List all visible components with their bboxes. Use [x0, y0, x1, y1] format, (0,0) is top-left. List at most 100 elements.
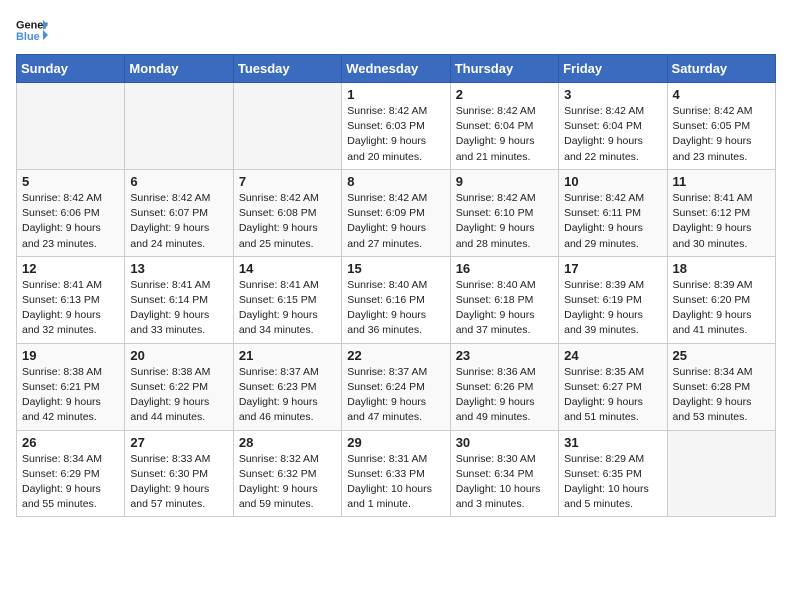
logo-icon: General Blue [16, 16, 48, 44]
day-info: Sunrise: 8:41 AM Sunset: 6:13 PM Dayligh… [22, 278, 119, 339]
day-number: 3 [564, 87, 661, 102]
calendar-cell: 19Sunrise: 8:38 AM Sunset: 6:21 PM Dayli… [17, 343, 125, 430]
day-info: Sunrise: 8:42 AM Sunset: 6:08 PM Dayligh… [239, 191, 336, 252]
weekday-header: Tuesday [233, 55, 341, 83]
day-info: Sunrise: 8:42 AM Sunset: 6:05 PM Dayligh… [673, 104, 770, 165]
day-info: Sunrise: 8:34 AM Sunset: 6:28 PM Dayligh… [673, 365, 770, 426]
day-number: 7 [239, 174, 336, 189]
day-number: 29 [347, 435, 444, 450]
day-number: 4 [673, 87, 770, 102]
calendar-cell: 1 Sunrise: 8:42 AM Sunset: 6:03 PM Daylig… [342, 83, 450, 170]
calendar-cell [125, 83, 233, 170]
day-number: 11 [673, 174, 770, 189]
calendar-cell: 6 Sunrise: 8:42 AM Sunset: 6:07 PM Daylig… [125, 169, 233, 256]
day-info: Sunrise: 8:38 AM Sunset: 6:22 PM Dayligh… [130, 365, 227, 426]
calendar-cell: 3 Sunrise: 8:42 AM Sunset: 6:04 PM Daylig… [559, 83, 667, 170]
day-info: Sunrise: 8:42 AM Sunset: 6:04 PM Dayligh… [456, 104, 553, 165]
calendar-week-row: 12 Sunrise: 8:41 AM Sunset: 6:13 PM Dayli… [17, 256, 776, 343]
day-number: 17 [564, 261, 661, 276]
day-info: Sunrise: 8:36 AM Sunset: 6:26 PM Dayligh… [456, 365, 553, 426]
calendar-cell: 20 Sunrise: 8:38 AM Sunset: 6:22 PM Dayli… [125, 343, 233, 430]
logo: General Blue [16, 16, 48, 44]
calendar-cell: 10 Sunrise: 8:42 AM Sunset: 6:11 PM Dayli… [559, 169, 667, 256]
weekday-header: Thursday [450, 55, 558, 83]
calendar-cell [17, 83, 125, 170]
day-info: Sunrise: 8:42 AM Sunset: 6:07 PM Dayligh… [130, 191, 227, 252]
day-info: Sunrise: 8:42 AM Sunset: 6:04 PM Dayligh… [564, 104, 661, 165]
calendar-cell: 27 Sunrise: 8:33 AM Sunset: 6:30 PM Dayli… [125, 430, 233, 517]
day-info: Sunrise: 8:42 AM Sunset: 6:09 PM Dayligh… [347, 191, 444, 252]
day-number: 2 [456, 87, 553, 102]
weekday-header: Friday [559, 55, 667, 83]
day-number: 6 [130, 174, 227, 189]
day-info: Sunrise: 8:37 AM Sunset: 6:23 PM Dayligh… [239, 365, 336, 426]
weekday-header: Sunday [17, 55, 125, 83]
day-info: Sunrise: 8:41 AM Sunset: 6:15 PM Dayligh… [239, 278, 336, 339]
calendar-week-row: 1 Sunrise: 8:42 AM Sunset: 6:03 PM Daylig… [17, 83, 776, 170]
day-info: Sunrise: 8:42 AM Sunset: 6:11 PM Dayligh… [564, 191, 661, 252]
day-info: Sunrise: 8:41 AM Sunset: 6:14 PM Dayligh… [130, 278, 227, 339]
calendar-cell: 14 Sunrise: 8:41 AM Sunset: 6:15 PM Dayli… [233, 256, 341, 343]
day-info: Sunrise: 8:30 AM Sunset: 6:34 PM Dayligh… [456, 452, 553, 513]
calendar-cell: 29Sunrise: 8:31 AM Sunset: 6:33 PM Dayli… [342, 430, 450, 517]
day-number: 13 [130, 261, 227, 276]
day-number: 12 [22, 261, 119, 276]
day-number: 8 [347, 174, 444, 189]
calendar-cell [233, 83, 341, 170]
day-number: 9 [456, 174, 553, 189]
calendar-cell: 22 Sunrise: 8:37 AM Sunset: 6:24 PM Dayli… [342, 343, 450, 430]
day-info: Sunrise: 8:42 AM Sunset: 6:06 PM Dayligh… [22, 191, 119, 252]
calendar-cell: 30 Sunrise: 8:30 AM Sunset: 6:34 PM Dayli… [450, 430, 558, 517]
weekday-header: Saturday [667, 55, 775, 83]
day-number: 14 [239, 261, 336, 276]
day-number: 1 [347, 87, 444, 102]
day-info: Sunrise: 8:41 AM Sunset: 6:12 PM Dayligh… [673, 191, 770, 252]
day-number: 31 [564, 435, 661, 450]
calendar-body: 1 Sunrise: 8:42 AM Sunset: 6:03 PM Daylig… [17, 83, 776, 517]
day-number: 21 [239, 348, 336, 363]
calendar-cell: 26 Sunrise: 8:34 AM Sunset: 6:29 PM Dayli… [17, 430, 125, 517]
day-info: Sunrise: 8:39 AM Sunset: 6:19 PM Dayligh… [564, 278, 661, 339]
day-info: Sunrise: 8:29 AM Sunset: 6:35 PM Dayligh… [564, 452, 661, 513]
calendar-cell: 21 Sunrise: 8:37 AM Sunset: 6:23 PM Dayli… [233, 343, 341, 430]
calendar-cell: 23Sunrise: 8:36 AM Sunset: 6:26 PM Dayli… [450, 343, 558, 430]
day-info: Sunrise: 8:42 AM Sunset: 6:10 PM Dayligh… [456, 191, 553, 252]
day-number: 16 [456, 261, 553, 276]
day-number: 15 [347, 261, 444, 276]
svg-text:Blue: Blue [16, 31, 40, 43]
calendar-cell: 24Sunrise: 8:35 AM Sunset: 6:27 PM Dayli… [559, 343, 667, 430]
day-info: Sunrise: 8:42 AM Sunset: 6:03 PM Dayligh… [347, 104, 444, 165]
calendar-cell: 2 Sunrise: 8:42 AM Sunset: 6:04 PM Daylig… [450, 83, 558, 170]
day-number: 20 [130, 348, 227, 363]
calendar-cell: 5 Sunrise: 8:42 AM Sunset: 6:06 PM Daylig… [17, 169, 125, 256]
calendar-cell: 8 Sunrise: 8:42 AM Sunset: 6:09 PM Daylig… [342, 169, 450, 256]
calendar-cell: 17 Sunrise: 8:39 AM Sunset: 6:19 PM Dayli… [559, 256, 667, 343]
calendar-cell: 12 Sunrise: 8:41 AM Sunset: 6:13 PM Dayli… [17, 256, 125, 343]
day-number: 10 [564, 174, 661, 189]
weekday-header-row: SundayMondayTuesdayWednesdayThursdayFrid… [17, 55, 776, 83]
weekday-header: Wednesday [342, 55, 450, 83]
calendar-cell: 13 Sunrise: 8:41 AM Sunset: 6:14 PM Dayli… [125, 256, 233, 343]
day-number: 26 [22, 435, 119, 450]
day-number: 18 [673, 261, 770, 276]
day-number: 22 [347, 348, 444, 363]
day-info: Sunrise: 8:33 AM Sunset: 6:30 PM Dayligh… [130, 452, 227, 513]
day-info: Sunrise: 8:34 AM Sunset: 6:29 PM Dayligh… [22, 452, 119, 513]
calendar-cell [667, 430, 775, 517]
day-number: 25 [673, 348, 770, 363]
calendar-week-row: 5 Sunrise: 8:42 AM Sunset: 6:06 PM Daylig… [17, 169, 776, 256]
day-info: Sunrise: 8:40 AM Sunset: 6:16 PM Dayligh… [347, 278, 444, 339]
day-number: 5 [22, 174, 119, 189]
day-info: Sunrise: 8:32 AM Sunset: 6:32 PM Dayligh… [239, 452, 336, 513]
day-number: 27 [130, 435, 227, 450]
calendar-cell: 4 Sunrise: 8:42 AM Sunset: 6:05 PM Daylig… [667, 83, 775, 170]
day-number: 30 [456, 435, 553, 450]
weekday-header: Monday [125, 55, 233, 83]
day-info: Sunrise: 8:37 AM Sunset: 6:24 PM Dayligh… [347, 365, 444, 426]
calendar-cell: 31 Sunrise: 8:29 AM Sunset: 6:35 PM Dayli… [559, 430, 667, 517]
calendar-cell: 18Sunrise: 8:39 AM Sunset: 6:20 PM Dayli… [667, 256, 775, 343]
calendar-cell: 7 Sunrise: 8:42 AM Sunset: 6:08 PM Daylig… [233, 169, 341, 256]
calendar-cell: 28Sunrise: 8:32 AM Sunset: 6:32 PM Dayli… [233, 430, 341, 517]
day-info: Sunrise: 8:38 AM Sunset: 6:21 PM Dayligh… [22, 365, 119, 426]
calendar-cell: 15 Sunrise: 8:40 AM Sunset: 6:16 PM Dayli… [342, 256, 450, 343]
